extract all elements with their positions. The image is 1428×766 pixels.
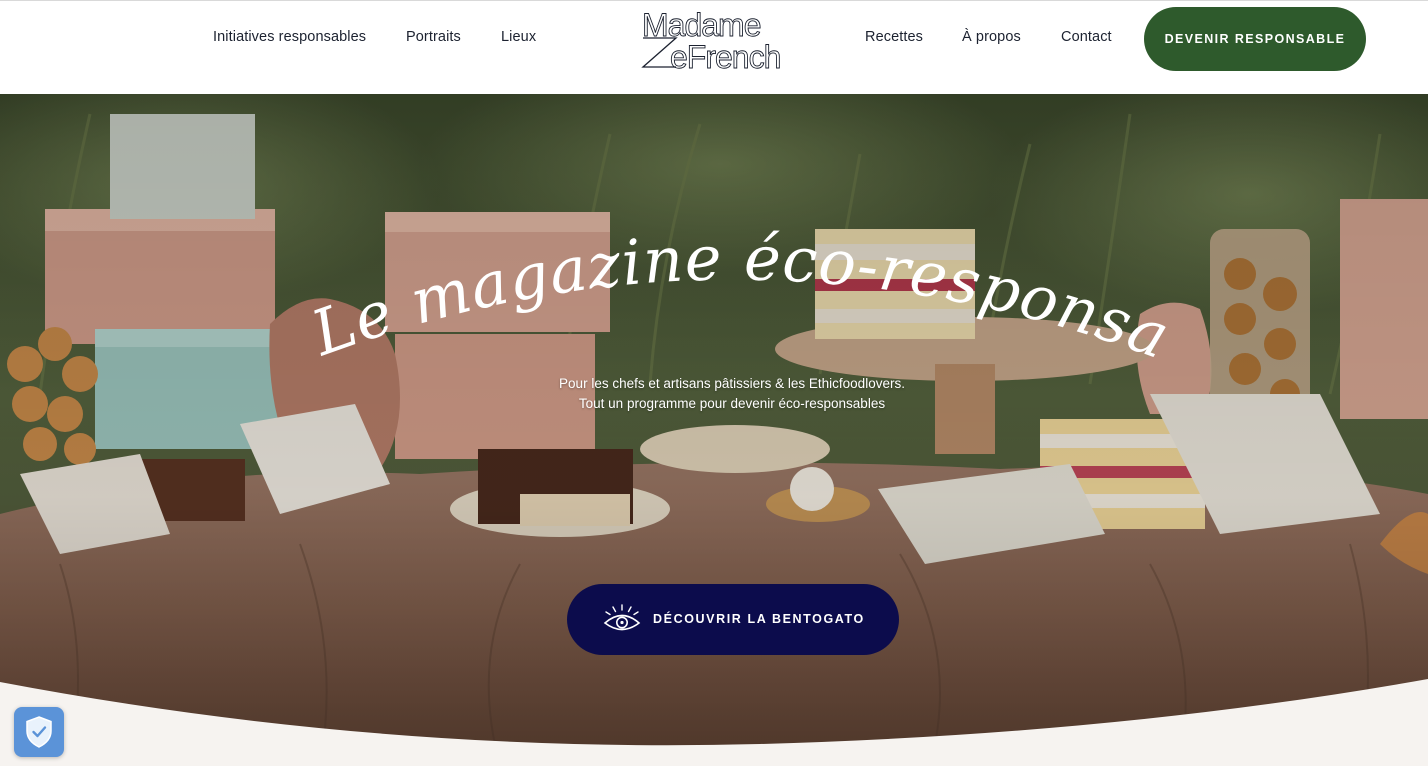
shield-check-icon [26,716,52,748]
nav-link-a-propos[interactable]: À propos [962,29,1021,45]
nav-link-recettes[interactable]: Recettes [865,29,923,45]
hero-subtitle: Pour les chefs et artisans pâtissiers & … [432,374,1032,414]
nav-link-contact[interactable]: Contact [1061,29,1112,45]
discover-bentogato-button[interactable]: DÉCOUVRIR LA BENTOGATO [567,584,899,655]
logo-bottom-text: eFrench [670,39,780,71]
eye-icon [603,604,641,631]
hero-section: Le magazine éco-responsable Pour les che… [0,94,1428,766]
logo-top-text: Madame [642,7,761,43]
devenir-responsable-button[interactable]: DEVENIR RESPONSABLE [1144,7,1366,71]
site-header: Initiatives responsables Portraits Lieux… [0,0,1428,94]
hero-subtitle-line-2: Tout un programme pour devenir éco-respo… [578,396,886,411]
nav-link-portraits[interactable]: Portraits [406,29,461,45]
site-logo[interactable]: Madame eFrench [640,7,788,71]
nav-link-initiatives-responsables[interactable]: Initiatives responsables [213,29,366,45]
hero-photo [0,94,1428,766]
privacy-shield-button[interactable] [14,707,64,757]
hero-subtitle-line-1: Pour les chefs et artisans pâtissiers & … [559,376,905,391]
discover-bentogato-label: DÉCOUVRIR LA BENTOGATO [653,612,865,626]
nav-link-lieux[interactable]: Lieux [501,29,536,45]
